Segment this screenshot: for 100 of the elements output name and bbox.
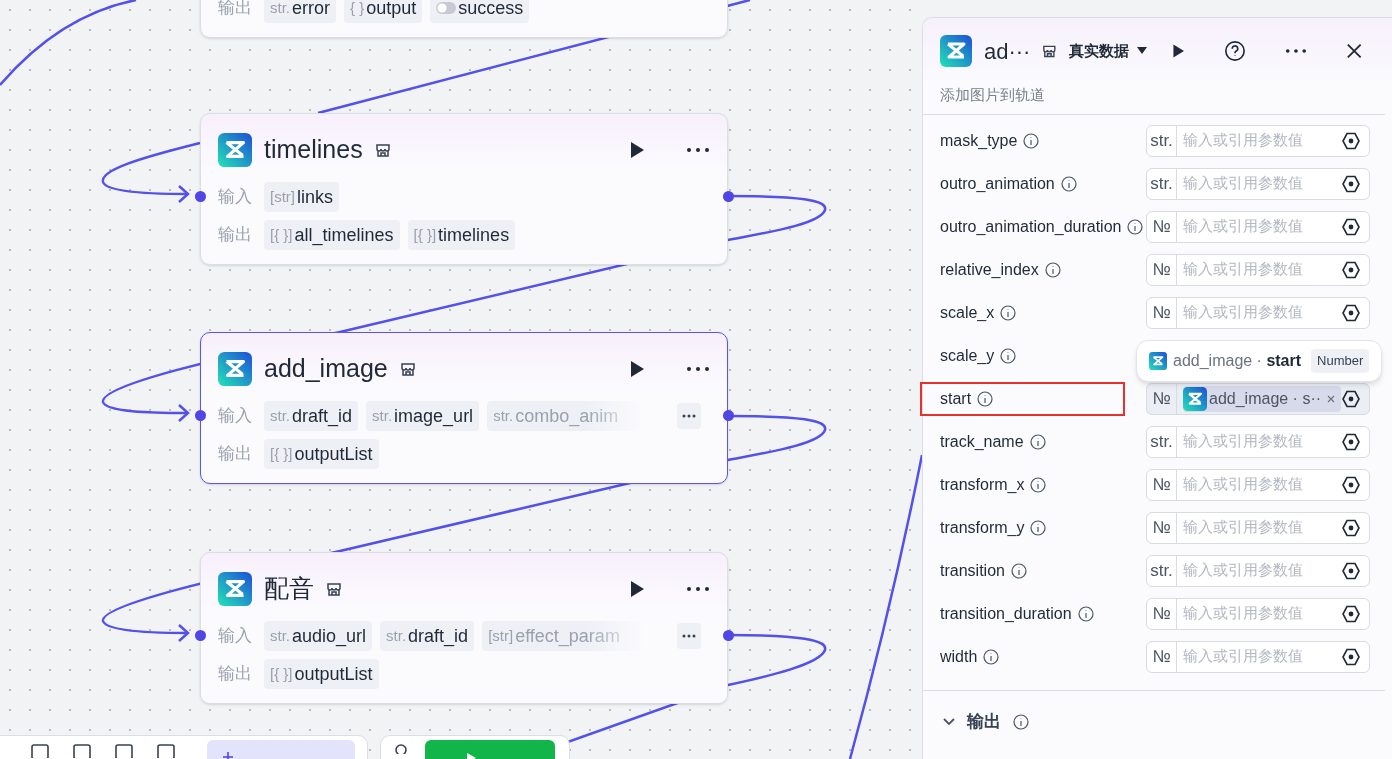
parameter-chip: { }output	[344, 0, 423, 23]
remove-icon[interactable]	[1327, 394, 1336, 403]
node-title: 配音	[264, 573, 314, 605]
variable-icon[interactable]	[1341, 259, 1361, 280]
info-icon[interactable]	[1127, 218, 1144, 235]
connection-port[interactable]	[723, 630, 734, 641]
play-icon[interactable]	[628, 141, 646, 159]
toggle-icon	[436, 2, 457, 14]
store-icon	[326, 581, 342, 597]
parameter-name: outro_animation_duration	[940, 216, 1122, 237]
chevron-icon[interactable]	[943, 718, 955, 726]
play-icon[interactable]	[628, 580, 646, 598]
parameter-input[interactable]: str. 输入或引用参数值	[1146, 425, 1370, 458]
parameter-input[interactable]: str. 输入或引用参数值	[1146, 167, 1370, 200]
info-icon[interactable]	[1023, 132, 1040, 149]
parameter-input[interactable]: str. 输入或引用参数值	[1146, 124, 1370, 157]
tool-icon[interactable]	[157, 744, 175, 758]
parameter-name: relative_index	[940, 259, 1039, 280]
connection-port[interactable]	[195, 630, 206, 641]
more-inputs-icon[interactable]	[677, 403, 701, 429]
workflow-node[interactable]: timelines 输入 [str]links 输出 [{ }]all_timelines [{ }]timelines	[200, 113, 728, 265]
variable-icon[interactable]	[1341, 560, 1361, 581]
placeholder-text: 输入或引用参数值	[1183, 646, 1303, 667]
info-icon[interactable]	[1030, 519, 1047, 536]
variable-icon[interactable]	[1341, 474, 1361, 495]
tool-icon[interactable]	[73, 744, 91, 758]
help-icon[interactable]	[1224, 39, 1247, 63]
parameter-input[interactable]: № 输入或引用参数值	[1146, 597, 1370, 630]
parameter-name: start	[940, 388, 972, 409]
type-label: №	[1152, 218, 1171, 235]
more-icon[interactable]	[686, 366, 710, 372]
parameter-input[interactable]: № add_image · s··	[1146, 382, 1370, 415]
info-icon[interactable]	[1000, 304, 1017, 321]
variable-icon[interactable]	[1341, 517, 1361, 538]
parameter-input[interactable]: № 输入或引用参数值	[1146, 511, 1370, 544]
variable-icon[interactable]	[1341, 646, 1361, 667]
app-logo-icon	[218, 572, 252, 606]
tooltip-text: add_image · start	[1173, 351, 1302, 371]
parameter-input[interactable]: № 输入或引用参数值	[1146, 640, 1370, 673]
play-icon[interactable]	[628, 360, 646, 378]
more-icon[interactable]	[686, 586, 710, 592]
workflow-node[interactable]: 输出 str.error { }output success	[200, 0, 728, 38]
parameter-name: transform_x	[940, 474, 1025, 495]
type-label: №	[1152, 519, 1171, 536]
connection-port[interactable]	[195, 191, 206, 202]
node-description: 添加图片到轨道	[939, 85, 1046, 105]
reference-tag[interactable]: add_image · s··	[1183, 385, 1342, 412]
placeholder-text: 输入或引用参数值	[1183, 603, 1303, 624]
info-icon[interactable]	[1077, 605, 1094, 622]
parameter-name: scale_y	[940, 345, 995, 366]
row-label: 输出	[218, 443, 253, 466]
info-icon[interactable]	[983, 648, 1000, 665]
variable-icon[interactable]	[1341, 302, 1361, 323]
tool-icon[interactable]	[31, 744, 49, 758]
parameter-chip: success	[430, 0, 530, 23]
more-icon[interactable]	[1284, 48, 1307, 54]
placeholder-text: 输入或引用参数值	[1183, 474, 1303, 495]
info-icon[interactable]	[1029, 433, 1046, 450]
tool-icon[interactable]	[115, 744, 133, 758]
connection-port[interactable]	[195, 410, 206, 421]
parameter-input[interactable]: № 输入或引用参数值	[1146, 296, 1370, 329]
more-inputs-icon[interactable]	[677, 623, 701, 649]
info-icon[interactable]	[1013, 714, 1029, 730]
info-icon[interactable]	[1010, 562, 1027, 579]
node-title: timelines	[264, 134, 363, 166]
variable-icon[interactable]	[1341, 130, 1361, 151]
variable-icon[interactable]	[1341, 603, 1361, 624]
play-icon[interactable]	[1171, 43, 1186, 59]
workflow-node[interactable]: 配音 输入 str.audio_url str.draft_id [str]effect_param 输出 [{ }]outputList	[200, 552, 728, 704]
variable-icon[interactable]	[1341, 431, 1361, 452]
connection-port[interactable]	[723, 191, 734, 202]
store-icon	[399, 361, 416, 377]
type-label: str.	[1150, 132, 1173, 149]
type-label: №	[1152, 304, 1171, 321]
workflow-node[interactable]: add_image 输入 str.draft_id str.image_url str.combo_anim 输出 [{ }]outputList	[200, 332, 728, 484]
info-icon[interactable]	[1060, 175, 1077, 192]
connection-port[interactable]	[723, 410, 734, 421]
parameter-input[interactable]: № 输入或引用参数值	[1146, 210, 1370, 243]
parameter-input[interactable]: str. 输入或引用参数值	[1146, 554, 1370, 587]
info-icon[interactable]	[1044, 261, 1061, 278]
more-icon[interactable]	[686, 147, 710, 153]
type-label: №	[1152, 476, 1171, 493]
row-label: 输出	[218, 224, 253, 247]
row-label: 输出	[218, 0, 253, 20]
parameter-input[interactable]: № 输入或引用参数值	[1146, 253, 1370, 286]
close-icon[interactable]	[1345, 42, 1363, 60]
variable-icon[interactable]	[1341, 216, 1361, 237]
variable-icon[interactable]	[1341, 173, 1361, 194]
app-logo-icon	[1183, 386, 1207, 411]
info-icon[interactable]	[1030, 476, 1047, 493]
info-icon[interactable]	[1000, 347, 1017, 364]
type-label: №	[1152, 605, 1171, 622]
type-label: №	[1152, 648, 1171, 665]
data-mode-dropdown[interactable]: 真实数据	[1069, 39, 1148, 63]
parameter-name: transition	[940, 560, 1005, 581]
info-icon[interactable]	[977, 390, 994, 407]
parameter-chip: str.error	[264, 0, 337, 23]
parameter-input[interactable]: № 输入或引用参数值	[1146, 468, 1370, 501]
placeholder-text: 输入或引用参数值	[1183, 216, 1303, 237]
variable-icon[interactable]	[1341, 388, 1361, 409]
